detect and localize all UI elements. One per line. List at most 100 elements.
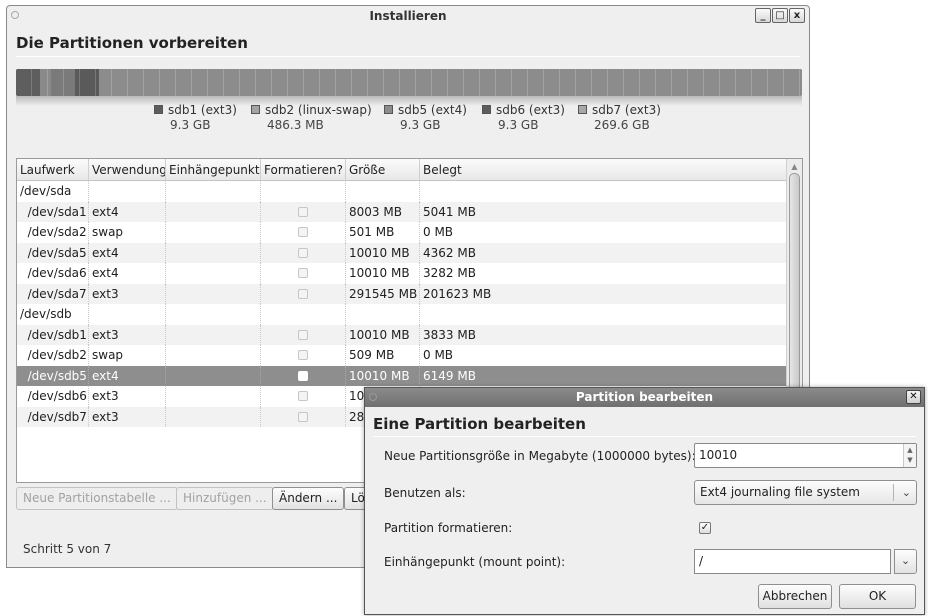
cell-format[interactable]	[261, 324, 346, 345]
dialog-menu-icon[interactable]	[369, 393, 377, 401]
close-button[interactable]: x	[789, 8, 805, 23]
format-row-checkbox[interactable]	[298, 370, 308, 381]
size-spinner[interactable]: 10010 ▲ ▼	[694, 443, 917, 468]
table-row[interactable]: /dev/sdb2 swap 509 MB 0 MB	[17, 345, 788, 366]
cell-size: 10010 MB	[346, 365, 420, 386]
format-label: Partition formatieren:	[384, 521, 513, 535]
cell-format[interactable]	[261, 242, 346, 263]
mount-point-combo[interactable]: / ⌄	[694, 549, 917, 574]
table-row[interactable]: /dev/sdb1 ext3 10010 MB 3833 MB	[17, 324, 788, 345]
column-header-size[interactable]: Größe	[346, 159, 420, 181]
cell-device: /dev/sda2	[17, 222, 89, 243]
cell-used	[420, 304, 788, 325]
cell-mount	[166, 386, 261, 407]
format-row-checkbox[interactable]	[298, 206, 308, 217]
column-header-format[interactable]: Formatieren?	[261, 159, 346, 181]
cell-format[interactable]	[261, 201, 346, 222]
cell-format[interactable]	[261, 345, 346, 366]
window-titlebar[interactable]: Installieren _ □ x	[7, 6, 809, 28]
cell-size: 8003 MB	[346, 201, 420, 222]
cell-used: 5041 MB	[423, 204, 476, 219]
cell-use: swap	[89, 345, 166, 366]
format-checkbox[interactable]: ✓	[699, 522, 711, 534]
mount-dropdown-chevron-icon[interactable]: ⌄	[894, 549, 917, 574]
minimize-button[interactable]: _	[755, 8, 771, 23]
table-row[interactable]: /dev/sda1 ext4 8003 MB 5041 MB	[17, 201, 788, 222]
mount-point-input[interactable]: /	[694, 549, 891, 574]
maximize-button[interactable]: □	[772, 8, 788, 23]
table-row[interactable]: /dev/sdb5 ext4 10010 MB 6149 MB	[17, 365, 788, 386]
table-row[interactable]: /dev/sda6 ext4 10010 MB 3282 MB	[17, 263, 788, 284]
cell-format[interactable]	[261, 406, 346, 427]
cell-use: ext4	[89, 365, 166, 386]
cell-used: 3282 MB	[423, 266, 476, 280]
spinner-arrows-icon[interactable]: ▲ ▼	[903, 444, 916, 467]
step-indicator: Schritt 5 von 7	[23, 542, 112, 556]
chevron-down-icon: ⌄	[901, 486, 911, 499]
format-row-checkbox[interactable]	[298, 247, 308, 258]
cell-device: /dev/sdb7	[17, 406, 89, 427]
change-partition-button[interactable]: Ändern ...	[272, 487, 345, 510]
legend-swatch	[578, 105, 587, 114]
window-menu-icon[interactable]	[11, 11, 19, 19]
cancel-button[interactable]: Abbrechen	[758, 584, 832, 609]
table-row[interactable]: /dev/sda7 ext3 291545 MB 201623 MB	[17, 283, 788, 304]
cell-size: 10010 MB	[346, 242, 420, 263]
cell-mount	[166, 181, 261, 202]
use-as-dropdown[interactable]: Ext4 journaling file system ⌄	[694, 480, 917, 505]
format-row-checkbox[interactable]	[298, 350, 308, 360]
cell-mount	[166, 263, 261, 284]
cell-used: 0 MB	[423, 225, 454, 239]
cell-format[interactable]	[261, 386, 346, 407]
cell-format[interactable]	[261, 365, 346, 386]
legend-label: sdb7 (ext3)	[592, 103, 661, 117]
cell-size: 501 MB	[346, 222, 420, 243]
column-header-mount[interactable]: Einhängepunkt	[166, 159, 261, 181]
table-row[interactable]: /dev/sdb	[17, 304, 788, 325]
cell-size: 10010 MB	[346, 324, 420, 345]
format-row-checkbox[interactable]	[298, 411, 308, 422]
column-header-use[interactable]: Verwendung	[89, 159, 166, 181]
cell-size: 509 MB	[346, 345, 420, 366]
cell-mount	[166, 283, 261, 304]
cell-use: ext3	[89, 324, 166, 345]
ok-button[interactable]: OK	[839, 584, 916, 609]
cell-format	[261, 181, 346, 202]
legend-size: 269.6 GB	[594, 118, 650, 132]
legend-swatch	[154, 105, 163, 114]
table-row[interactable]: /dev/sda	[17, 181, 788, 202]
legend-label: sdb6 (ext3)	[496, 103, 565, 117]
column-header-used[interactable]: Belegt	[420, 159, 788, 181]
cell-use	[89, 181, 166, 202]
page-title: Die Partitionen vorbereiten	[16, 34, 248, 52]
new-partition-table-button[interactable]: Neue Partitionstabelle ...	[16, 487, 178, 510]
cell-format[interactable]	[261, 222, 346, 243]
partition-legend: sdb1 (ext3) 9.3 GB sdb2 (linux-swap) 486…	[7, 103, 809, 137]
use-as-label: Benutzen als:	[384, 486, 466, 500]
format-row-checkbox[interactable]	[298, 329, 308, 340]
legend-label: sdb5 (ext4)	[398, 103, 467, 117]
format-row-checkbox[interactable]	[298, 391, 308, 401]
cell-device: /dev/sda7	[17, 283, 89, 304]
column-header-device[interactable]: Laufwerk	[17, 159, 89, 181]
table-row[interactable]: /dev/sda5 ext4 10010 MB 4362 MB	[17, 242, 788, 263]
cell-mount	[166, 222, 261, 243]
cell-device: /dev/sdb5	[17, 365, 89, 386]
format-row-checkbox[interactable]	[298, 288, 308, 299]
add-partition-button[interactable]: Hinzufügen ...	[176, 487, 274, 510]
cell-format[interactable]	[261, 263, 346, 284]
cell-mount	[166, 201, 261, 222]
partition-segment-sdb1	[16, 69, 40, 96]
format-row-checkbox[interactable]	[298, 227, 308, 237]
scroll-up-icon[interactable]: ▲	[789, 161, 800, 172]
dialog-close-icon[interactable]: ✕	[906, 390, 921, 404]
format-row-checkbox[interactable]	[298, 268, 308, 278]
cell-device: /dev/sda	[17, 181, 89, 202]
legend-item: sdb6 (ext3) 9.3 GB	[482, 103, 565, 132]
dialog-titlebar[interactable]: Partition bearbeiten ✕	[365, 388, 924, 407]
cell-used: 4362 MB	[423, 245, 476, 260]
cell-format[interactable]	[261, 283, 346, 304]
legend-item: sdb7 (ext3) 269.6 GB	[578, 103, 661, 132]
table-row[interactable]: /dev/sda2 swap 501 MB 0 MB	[17, 222, 788, 243]
dropdown-separator	[893, 484, 894, 501]
